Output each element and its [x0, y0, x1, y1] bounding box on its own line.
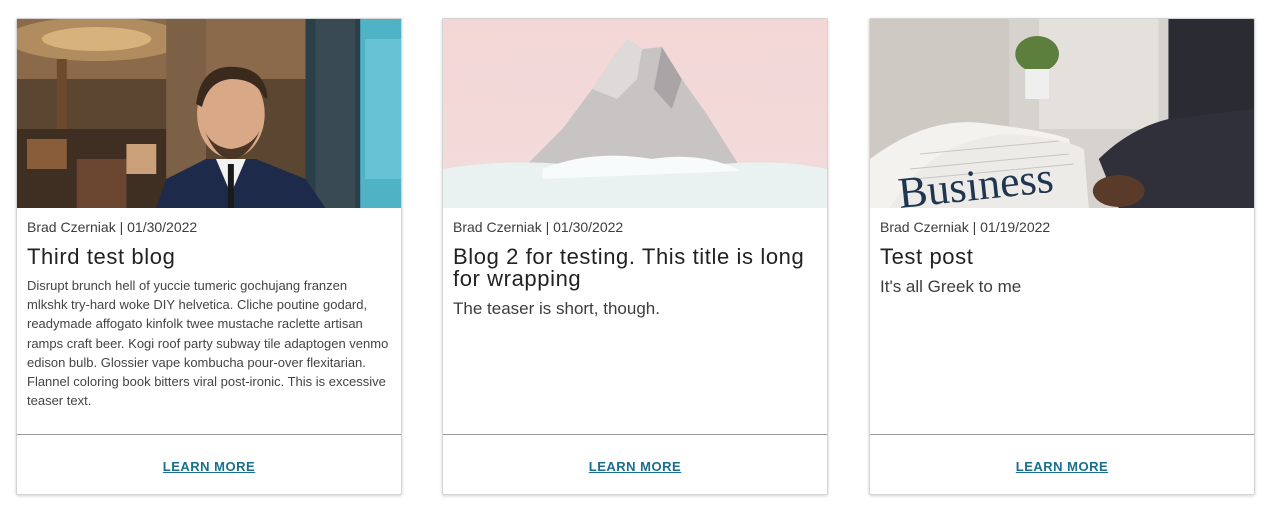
card-teaser: It's all Greek to me — [880, 277, 1022, 296]
card-body: Brad Czerniak | 01/30/2022 Third test bl… — [27, 218, 391, 410]
card-body: Brad Czerniak | 01/30/2022 Blog 2 for te… — [453, 218, 817, 320]
card-footer: LEARN MORE — [443, 434, 827, 494]
blog-card: Brad Czerniak | 01/30/2022 Third test bl… — [16, 18, 402, 495]
card-teaser: Disrupt brunch hell of yuccie tumeric go… — [27, 278, 389, 409]
card-image-business-newspaper[interactable]: Business — [870, 19, 1254, 208]
learn-more-link[interactable]: LEARN MORE — [589, 455, 681, 474]
card-title[interactable]: Blog 2 for testing. This title is long f… — [453, 246, 817, 290]
card-title[interactable]: Third test blog — [27, 246, 391, 268]
card-title[interactable]: Test post — [880, 246, 1244, 268]
card-byline: Brad Czerniak | 01/19/2022 — [880, 219, 1051, 235]
learn-more-link[interactable]: LEARN MORE — [163, 455, 255, 474]
snowy-mountain-photo — [443, 19, 827, 208]
card-footer: LEARN MORE — [17, 434, 401, 494]
card-footer: LEARN MORE — [870, 434, 1254, 494]
learn-more-link[interactable]: LEARN MORE — [1016, 455, 1108, 474]
man-in-restaurant-photo — [17, 19, 401, 208]
card-image-snowy-mountain[interactable] — [443, 19, 827, 208]
blog-card-list: Brad Czerniak | 01/30/2022 Third test bl… — [0, 0, 1272, 516]
card-image-man-in-restaurant[interactable] — [17, 19, 401, 208]
card-byline: Brad Czerniak | 01/30/2022 — [453, 219, 624, 235]
card-body: Brad Czerniak | 01/19/2022 Test post It'… — [880, 218, 1244, 298]
card-byline: Brad Czerniak | 01/30/2022 — [27, 219, 198, 235]
blog-card: Business Brad Czerniak | 01/19/2022 Test… — [869, 18, 1255, 495]
blog-card: Brad Czerniak | 01/30/2022 Blog 2 for te… — [442, 18, 828, 495]
card-teaser: The teaser is short, though. — [453, 299, 660, 318]
business-newspaper-photo: Business — [870, 19, 1254, 208]
